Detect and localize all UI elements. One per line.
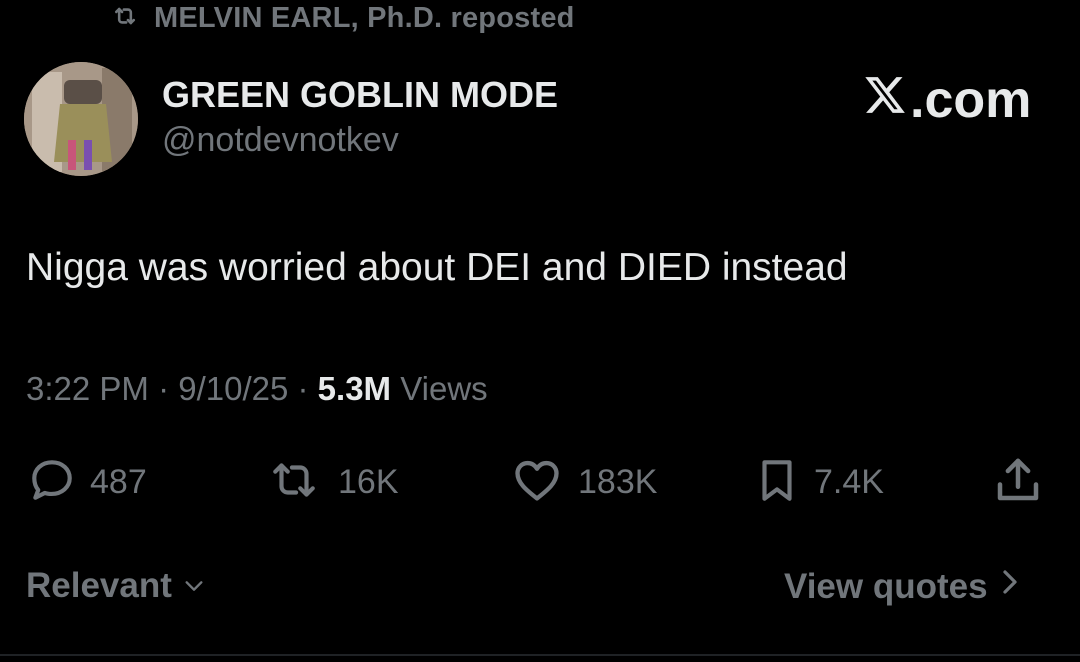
meta-separator: ·: [148, 370, 179, 407]
share-button[interactable]: [990, 454, 1046, 510]
author-handle[interactable]: @notdevnotkev: [162, 121, 399, 160]
bookmark-count: 7.4K: [814, 462, 884, 501]
divider: [0, 654, 1080, 656]
heart-icon: [508, 454, 566, 511]
meta-separator: ·: [288, 370, 318, 407]
repost-label: MELVIN EARL, Ph.D. reposted: [154, 1, 575, 34]
sort-dropdown[interactable]: Relevant: [26, 566, 208, 606]
reply-button[interactable]: 487: [26, 454, 147, 510]
like-button[interactable]: 183K: [508, 454, 657, 510]
repost-context[interactable]: MELVIN EARL, Ph.D. reposted: [106, 0, 575, 36]
chevron-right-icon: [1000, 566, 1020, 607]
repost-count: 16K: [338, 462, 399, 501]
share-icon: [990, 453, 1046, 512]
brand-wordmark: .com: [862, 70, 1031, 130]
chevron-down-icon: [180, 566, 208, 606]
reply-icon: [26, 455, 78, 510]
view-quotes-link[interactable]: View quotes: [784, 566, 1020, 607]
user-avatar[interactable]: [24, 62, 138, 176]
views-count[interactable]: 5.3M: [318, 370, 391, 408]
sort-label: Relevant: [26, 566, 172, 605]
bookmark-icon: [752, 452, 802, 513]
tweet-date[interactable]: 9/10/25: [178, 370, 288, 408]
repost-icon: [106, 2, 144, 35]
author-display-name[interactable]: GREEN GOBLIN MODE: [162, 74, 558, 116]
reply-count: 487: [90, 462, 147, 501]
view-quotes-label: View quotes: [784, 566, 988, 606]
tweet-meta: 3:22 PM · 9/10/25 · 5.3M Views: [26, 370, 488, 408]
brand-label: .com: [910, 71, 1032, 129]
repost-icon: [262, 455, 326, 510]
x-logo-icon: [862, 70, 910, 130]
like-count: 183K: [578, 462, 658, 501]
tweet-text: Nigga was worried about DEI and DIED ins…: [26, 246, 848, 289]
bookmark-button[interactable]: 7.4K: [752, 454, 884, 510]
views-label: Views: [391, 370, 488, 407]
repost-button[interactable]: 16K: [262, 454, 399, 510]
tweet-time[interactable]: 3:22 PM: [26, 370, 149, 408]
